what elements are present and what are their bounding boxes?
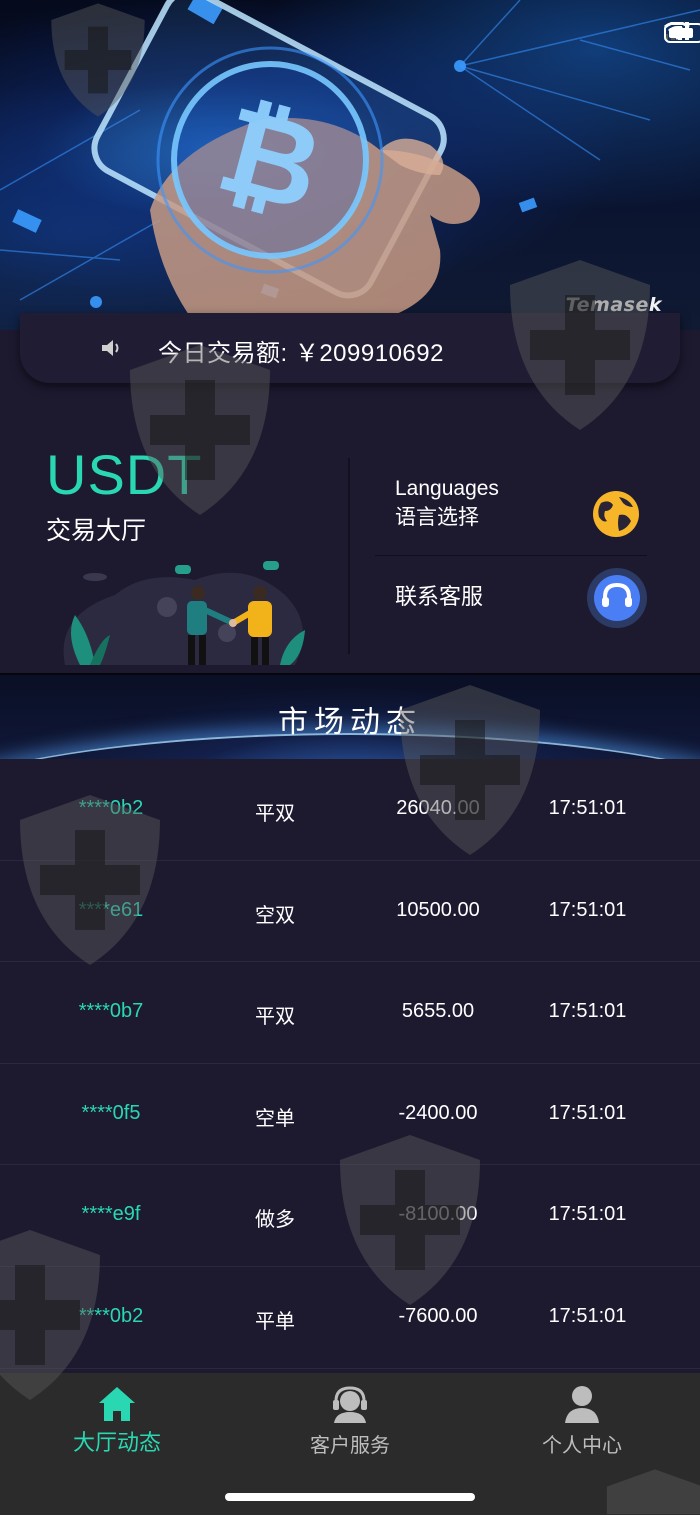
hall-subtitle: 交易大厅 [46, 517, 147, 545]
trade-user: ****0b2 [78, 1304, 144, 1327]
trade-type: 平双 [255, 803, 295, 825]
trade-user: ****0b7 [78, 1000, 144, 1023]
trade-amount: 5655.00 [401, 1000, 475, 1023]
nav-profile-label: 个人中心 [542, 1435, 622, 1457]
headset-icon [333, 1386, 367, 1423]
hero-image: ₿ [0, 0, 700, 330]
trade-amount: -7600.00 [398, 1304, 478, 1327]
user-icon [565, 1386, 599, 1423]
home-icon [99, 1387, 135, 1421]
table-row: ****e61 空双 10500.00 17:51:01 [0, 861, 700, 963]
trade-time: 17:51:01 [548, 1304, 627, 1327]
speaker-icon [102, 340, 119, 356]
hall-title: USDT [46, 443, 203, 506]
market-title: 市场动态 [278, 706, 422, 739]
table-row: ****0f5 空单 -2400.00 17:51:01 [0, 1064, 700, 1166]
hero-banner: ₿ Temasek [0, 0, 700, 330]
trade-type: 空单 [255, 1107, 295, 1130]
vertical-divider [348, 458, 350, 654]
home-indicator[interactable] [225, 1493, 475, 1501]
trade-time: 17:51:01 [548, 898, 627, 921]
trade-user: ****0f5 [81, 1101, 141, 1124]
table-row: ****0b2 平单 -7600.00 17:51:01 [0, 1267, 700, 1369]
trade-type: 平双 [255, 1006, 295, 1029]
trade-amount: 26040.00 [396, 797, 480, 819]
trade-user: ****0b2 [78, 797, 144, 819]
trade-type: 空双 [255, 904, 295, 927]
menu-divider [375, 555, 647, 556]
handshake-illustration [63, 561, 305, 665]
table-row: ****e9f 做多 -8100.00 17:51:01 [0, 1165, 700, 1267]
nav-customer-service-label: 客户服务 [310, 1435, 390, 1457]
trade-time: 17:51:01 [548, 1101, 627, 1124]
trade-user: ****e61 [78, 898, 144, 921]
trade-type: 做多 [255, 1209, 295, 1232]
trade-amount: 10500.00 [396, 898, 480, 921]
nav-customer-service[interactable]: 客户服务 [270, 1385, 430, 1458]
table-row: ****0b2 平双 26040.00 17:51:01 [0, 759, 700, 861]
trade-user: ****e9f [81, 1203, 141, 1226]
battery-icon [664, 23, 700, 43]
trade-time: 17:51:01 [548, 1203, 627, 1226]
trade-list: ****0b2 平双 26040.00 17:51:01 ****e61 空双 … [0, 759, 700, 1369]
nav-home[interactable]: 大厅动态 [37, 1385, 197, 1457]
trade-type: 平单 [255, 1310, 295, 1333]
trade-amount: -2400.00 [398, 1101, 478, 1124]
trade-time: 17:51:01 [548, 1000, 627, 1023]
trade-amount: -8100.00 [398, 1203, 478, 1226]
globe-icon[interactable] [591, 489, 641, 539]
trade-time: 17:51:01 [548, 797, 627, 819]
trade-volume-ticker: 今日交易额: ￥209910692 [20, 313, 680, 383]
nav-profile[interactable]: 个人中心 [502, 1385, 662, 1458]
headset-icon[interactable] [586, 567, 648, 629]
market-header: 市场动态 [0, 673, 700, 759]
table-row: ****0b7 平双 5655.00 17:51:01 [0, 962, 700, 1064]
trade-volume-text: 今日交易额: ￥209910692 [158, 340, 444, 367]
nav-home-label: 大厅动态 [72, 1430, 161, 1455]
